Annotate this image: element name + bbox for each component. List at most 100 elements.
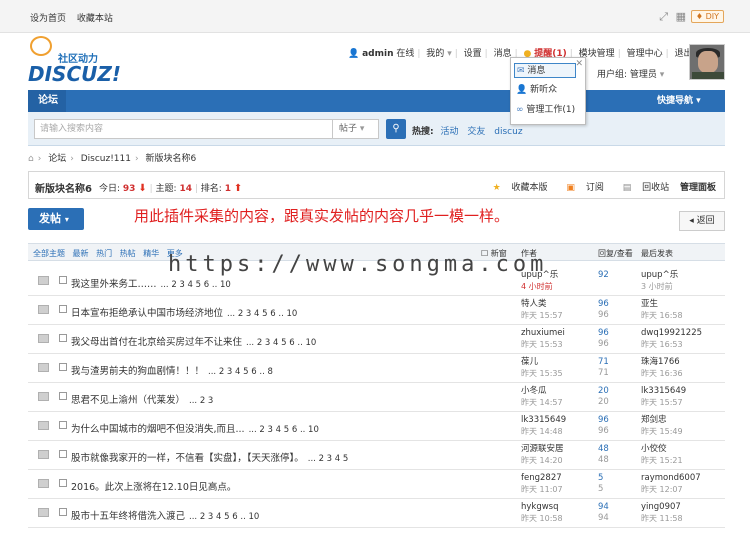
table-row[interactable]: 思君不见上渝州（代莱发）... 2 3 小冬瓜 昨天 14:57 20 20 lk3315… [28, 383, 725, 412]
thread-pages[interactable]: ... 2 3 4 5 [308, 454, 349, 464]
thread-checkbox[interactable] [59, 421, 67, 429]
thread-title[interactable]: 股市就像我家开的一样，不信看【实盘】，【天天涨停】。... 2 3 4 5 [71, 450, 348, 464]
filter-hot[interactable]: 热门 [96, 249, 112, 258]
thread-checkbox[interactable] [59, 334, 67, 342]
subscribe-button[interactable]: ▣ 订阅 [558, 183, 603, 193]
thread-checkbox[interactable] [59, 363, 67, 371]
messages-link[interactable]: 消息 [494, 49, 512, 59]
last-poster-link[interactable]: lk3315649 [641, 386, 686, 396]
last-poster-link[interactable]: 亚生 [641, 299, 658, 309]
search-type-select[interactable]: 帖子 ▾ [333, 119, 379, 139]
thread-title[interactable]: 我与渣男前夫的狗血剧情！！！... 2 3 4 5 6 .. 8 [71, 363, 273, 377]
nav-item-forum[interactable]: 论坛 [28, 90, 66, 112]
popup-item-admin-tasks[interactable]: ∞ 管理工作(1) [514, 103, 575, 118]
author-link[interactable]: 河源联安居 [521, 444, 564, 454]
last-post-time[interactable]: 昨天 16:58 [641, 311, 683, 320]
table-row[interactable]: 我父母出首付在北京给买房过年不让来住... 2 3 4 5 6 .. 10 zhu… [28, 325, 725, 354]
last-post-time[interactable]: 昨天 16:53 [641, 340, 683, 349]
last-post-time[interactable]: 昨天 15:21 [641, 456, 683, 465]
last-poster-link[interactable]: raymond6007 [641, 473, 701, 483]
last-poster-link[interactable]: ying0907 [641, 502, 681, 512]
close-icon[interactable]: ✕ [575, 59, 583, 69]
reply-count[interactable]: 5 [598, 473, 603, 483]
last-post-time[interactable]: 昨天 15:49 [641, 427, 683, 436]
thread-pages[interactable]: ... 2 3 4 5 6 .. 10 [227, 309, 297, 319]
thread-checkbox[interactable] [59, 276, 67, 284]
reply-count[interactable]: 20 [598, 386, 609, 396]
table-row[interactable]: 为什么中国城市的烟吧不但没消失,而且...... 2 3 4 5 6 .. 10… [28, 412, 725, 441]
home-icon[interactable]: ⌂ [28, 154, 34, 164]
username-link[interactable]: admin [362, 49, 393, 59]
reply-count[interactable]: 71 [598, 357, 609, 367]
reply-count[interactable]: 92 [598, 270, 609, 280]
thread-title[interactable]: 日本宣布拒绝承认中国市场经济地位... 2 3 4 5 6 .. 10 [71, 305, 297, 319]
author-link[interactable]: 小冬瓜 [521, 386, 547, 396]
col-replies[interactable]: 回复/查看 [598, 248, 633, 259]
thread-pages[interactable]: ... 2 3 4 5 6 .. 10 [246, 338, 316, 348]
admin-panel-button[interactable]: 管理面板 [680, 183, 716, 193]
author-link[interactable]: zhuxiumei [521, 328, 565, 338]
table-row[interactable]: 股市就像我家开的一样，不信看【实盘】，【天天涨停】。... 2 3 4 5 河源联… [28, 441, 725, 470]
thread-pages[interactable]: ... 2 3 4 5 6 .. 10 [249, 425, 319, 435]
reply-count[interactable]: 96 [598, 299, 609, 309]
search-input[interactable]: 请输入搜索内容 [34, 119, 333, 139]
thread-checkbox[interactable] [59, 508, 67, 516]
thread-pages[interactable]: ... 2 3 4 5 6 .. 10 [161, 280, 231, 290]
thread-pages[interactable]: ... 2 3 4 5 6 .. 10 [189, 512, 259, 522]
back-button[interactable]: ◂ 返回 [679, 211, 725, 231]
thread-title[interactable]: 我父母出首付在北京给买房过年不让来住... 2 3 4 5 6 .. 10 [71, 334, 316, 348]
quick-nav-button[interactable]: 快捷导航 ▾ [655, 93, 721, 109]
set-homepage-link[interactable]: 设为首页 [30, 14, 66, 24]
table-row[interactable]: 股市十五年终将借洗入渡己... 2 3 4 5 6 .. 10 hykgwsq 昨天… [28, 499, 725, 528]
last-post-time[interactable]: 昨天 15:57 [641, 398, 683, 407]
last-poster-link[interactable]: 小佼佼 [641, 444, 667, 454]
col-last-post[interactable]: 最后发表 [641, 248, 673, 259]
thread-checkbox[interactable] [59, 305, 67, 313]
last-poster-link[interactable]: dwq19921225 [641, 328, 702, 338]
thread-title[interactable]: 股市十五年终将借洗入渡己... 2 3 4 5 6 .. 10 [71, 508, 259, 522]
hot-search-link[interactable]: discuz [494, 127, 522, 137]
new-post-button[interactable]: 发帖 ▾ [28, 208, 84, 230]
thread-title[interactable]: 为什么中国城市的烟吧不但没消失,而且...... 2 3 4 5 6 .. 10 [71, 421, 319, 435]
table-row[interactable]: 我与渣男前夫的狗血剧情！！！... 2 3 4 5 6 .. 8 葆儿 昨天 15:… [28, 354, 725, 383]
popup-item-new-listeners[interactable]: 👤 新听众 [514, 83, 557, 98]
popup-item-messages[interactable]: ✉ 消息 [514, 63, 576, 78]
thread-checkbox[interactable] [59, 479, 67, 487]
last-post-time[interactable]: 昨天 12:07 [641, 485, 683, 494]
search-button[interactable]: ⚲ [386, 119, 406, 139]
last-post-time[interactable]: 昨天 16:36 [641, 369, 683, 378]
avatar[interactable] [689, 44, 725, 80]
author-link[interactable]: 葆儿 [521, 357, 538, 367]
last-poster-link[interactable]: 珠海1766 [641, 357, 680, 367]
last-post-time[interactable]: 昨天 11:58 [641, 514, 683, 523]
filter-latest[interactable]: 最新 [73, 249, 89, 258]
hot-search-link[interactable]: 交友 [467, 127, 485, 137]
thread-title[interactable]: 思君不见上渝州（代莱发）... 2 3 [71, 392, 213, 406]
recycle-bin-button[interactable]: ▤ 回收站 [615, 183, 669, 193]
my-menu[interactable]: 我的 [426, 49, 444, 59]
reply-count[interactable]: 48 [598, 444, 609, 454]
admin-center-link[interactable]: 管理中心 [627, 49, 663, 59]
last-poster-link[interactable]: upup^乐 [641, 270, 678, 280]
bookmark-site-link[interactable]: 收藏本站 [77, 14, 113, 24]
breadcrumb-item[interactable]: 新版块名称6 [145, 154, 196, 164]
expand-icon[interactable]: ⤢ [659, 10, 668, 23]
last-poster-link[interactable]: 郑剑忠 [641, 415, 667, 425]
table-row[interactable]: 2016。此次上涨将在12.10日见高点。 feng2827 昨天 11:07 5 5 r… [28, 470, 725, 499]
author-link[interactable]: lk3315649 [521, 415, 566, 425]
thread-pages[interactable]: ... 2 3 4 5 6 .. 8 [208, 367, 273, 377]
thread-pages[interactable]: ... 2 3 [189, 396, 213, 406]
thread-checkbox[interactable] [59, 450, 67, 458]
last-post-time[interactable]: 3 小时前 [641, 282, 673, 291]
filter-hot-posts[interactable]: 热帖 [120, 249, 136, 258]
reply-count[interactable]: 96 [598, 328, 609, 338]
reply-count[interactable]: 94 [598, 502, 609, 512]
diy-button[interactable]: ♦ DIY [690, 10, 724, 23]
hot-search-link[interactable]: 活动 [440, 127, 458, 137]
filter-all[interactable]: 全部主题 [33, 249, 65, 258]
author-link[interactable]: hykgwsq [521, 502, 559, 512]
thread-checkbox[interactable] [59, 392, 67, 400]
thread-title[interactable]: 我这里外来务工……... 2 3 4 5 6 .. 10 [71, 276, 231, 290]
filter-digest[interactable]: 精华 [143, 249, 159, 258]
author-link[interactable]: feng2827 [521, 473, 562, 483]
